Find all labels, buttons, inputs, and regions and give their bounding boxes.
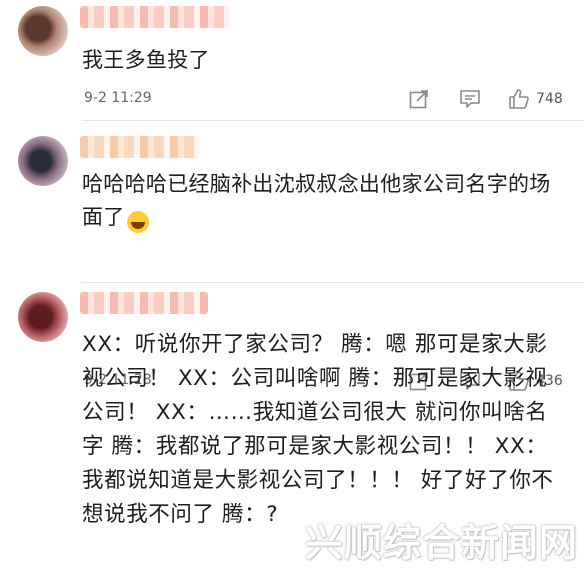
comment-item: 哈哈哈哈已经脑补出沈叔叔念出他家公司名字的场面了😂 9-2 11:28 436	[0, 124, 584, 391]
avatar[interactable]	[18, 136, 68, 186]
avatar[interactable]	[18, 6, 68, 56]
watermark: 兴顺综合新闻网	[304, 521, 578, 565]
username-blurred[interactable]	[80, 292, 208, 314]
avatar[interactable]	[18, 292, 68, 342]
comment-text: 我王多鱼投了	[82, 48, 210, 72]
username-blurred[interactable]	[80, 136, 200, 158]
share-icon[interactable]	[408, 88, 430, 110]
comment-meta: 9-2 11:29 748	[84, 88, 570, 112]
laughing-emoji-icon: 😂	[126, 211, 149, 233]
comment-text-content: 哈哈哈哈已经脑补出沈叔叔念出他家公司名字的场面了	[82, 172, 551, 229]
like-button[interactable]: 748	[508, 88, 584, 110]
thumbs-up-icon	[509, 89, 529, 109]
divider	[82, 120, 584, 121]
comment-item: 我王多鱼投了 9-2 11:29 748	[0, 0, 584, 122]
username-blurred[interactable]	[80, 6, 230, 28]
comment-time: 9-2 11:29	[84, 90, 152, 106]
comment-text: 哈哈哈哈已经脑补出沈叔叔念出他家公司名字的场面了😂	[82, 168, 560, 234]
reply-icon[interactable]	[458, 88, 482, 110]
like-count: 748	[536, 91, 563, 107]
divider	[82, 282, 584, 283]
comment-text: XX：听说你开了家公司？ 腾：嗯 那可是家大影视公司！ XX：公司叫啥啊 腾：那…	[82, 332, 554, 527]
